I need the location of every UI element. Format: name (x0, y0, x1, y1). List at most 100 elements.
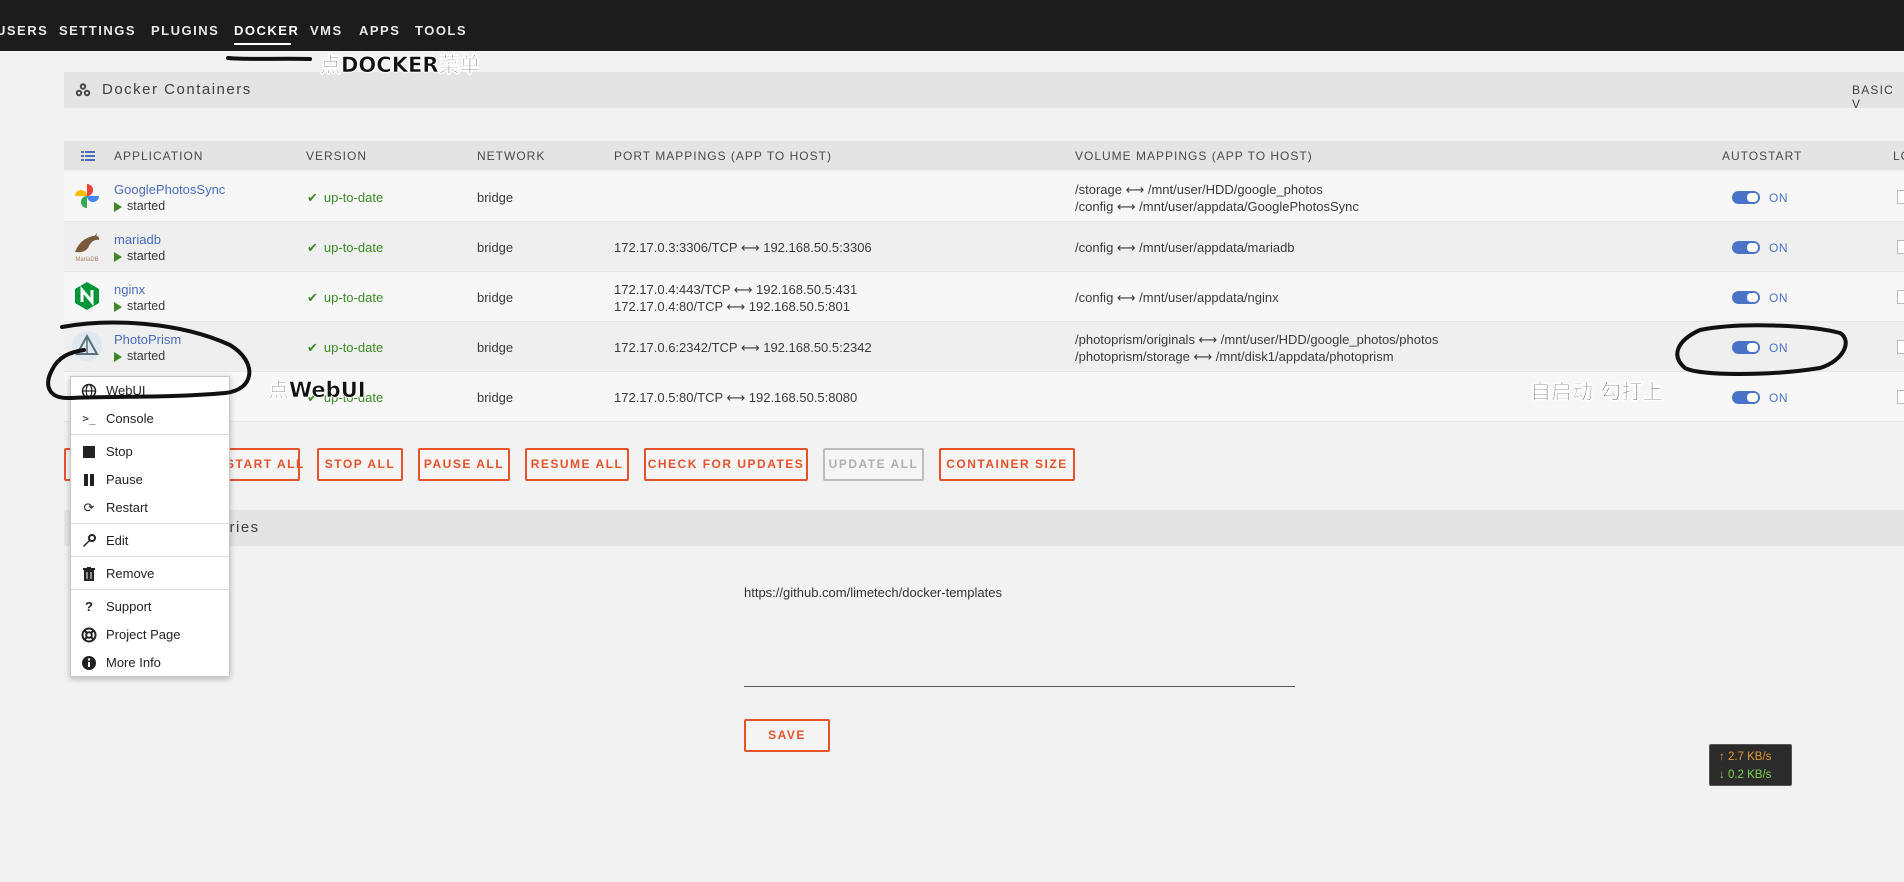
container-state: started (114, 349, 165, 363)
volume-mapping: /config ⟷ /mnt/user/appdata/nginx (1075, 290, 1279, 305)
menu-separator (71, 556, 229, 557)
menu-item-restart[interactable]: ⟳ Restart (71, 495, 229, 521)
annotation-strokes (46, 56, 1848, 401)
save-button[interactable]: SAVE (744, 719, 830, 752)
nav-tools[interactable]: TOOLS (415, 23, 467, 38)
network-value: bridge (477, 390, 514, 405)
check-icon: ✔ (307, 290, 318, 305)
photoprism-app-icon[interactable] (71, 330, 103, 362)
menu-item-stop[interactable]: Stop (71, 439, 229, 465)
container-state: started (114, 299, 165, 313)
menu-item-webui[interactable]: WebUI (71, 378, 229, 404)
nav-settings[interactable]: SETTINGS (59, 23, 136, 38)
app-name-link[interactable]: nginx (114, 282, 145, 297)
col-version: VERSION (306, 149, 368, 163)
menu-item-console[interactable]: >_ Console (71, 406, 229, 432)
nav-apps[interactable]: APPS (359, 23, 400, 38)
autostart-state: ON (1769, 191, 1788, 205)
template-repo-textarea[interactable]: https://github.com/limetech/docker-templ… (744, 585, 1002, 600)
app-name-link[interactable]: GooglePhotosSync (114, 182, 225, 197)
googlephotos-app-icon[interactable] (71, 180, 103, 212)
menu-item-pause[interactable]: Pause (71, 467, 229, 493)
autostart-toggle[interactable] (1732, 191, 1760, 204)
volume-mapping: /photoprism/originals ⟷ /mnt/user/HDD/go… (1075, 332, 1439, 347)
autostart-state: ON (1769, 241, 1788, 255)
network-speed-widget: ↑ 2.7 KB/s ↓ 0.2 KB/s (1709, 744, 1792, 786)
lifebuoy-icon (81, 627, 97, 643)
menu-item-edit[interactable]: Edit (71, 528, 229, 554)
log-checkbox[interactable] (1897, 340, 1904, 354)
containers-section-title: Docker Containers (102, 81, 252, 98)
refresh-icon: ⟳ (83, 500, 95, 515)
check-icon: ✔ (307, 340, 318, 355)
play-icon (114, 251, 122, 262)
nginx-app-icon[interactable] (71, 280, 103, 312)
col-port-mappings: PORT MAPPINGS (APP TO HOST) (614, 149, 832, 163)
top-nav: USERS SETTINGS PLUGINS DOCKER VMS APPS T… (0, 0, 1904, 51)
port-mapping: 172.17.0.6:2342/TCP ⟷ 192.168.50.5:2342 (614, 340, 872, 355)
volume-mapping: /config ⟷ /mnt/user/appdata/mariadb (1075, 240, 1295, 255)
autostart-state: ON (1769, 391, 1788, 405)
menu-item-remove[interactable]: Remove (71, 561, 229, 587)
network-value: bridge (477, 190, 514, 205)
volume-mapping: /photoprism/storage ⟷ /mnt/disk1/appdata… (1075, 349, 1394, 364)
download-speed: ↓ 0.2 KB/s (1719, 769, 1772, 781)
log-checkbox[interactable] (1897, 240, 1904, 254)
stop-all-button[interactable]: STOP ALL (317, 448, 403, 481)
docker-icon (74, 81, 92, 99)
repositories-section-header (64, 510, 1904, 546)
wrench-icon (81, 533, 97, 549)
textarea-underline (744, 686, 1295, 687)
container-state: started (114, 199, 165, 213)
port-mapping: 172.17.0.5:80/TCP ⟷ 192.168.50.5:8080 (614, 390, 858, 405)
autostart-toggle[interactable] (1732, 391, 1760, 404)
nav-vms[interactable]: VMS (310, 23, 343, 38)
pause-icon (81, 472, 97, 488)
play-icon (114, 351, 122, 362)
col-log: LO (1893, 149, 1904, 163)
nav-plugins[interactable]: PLUGINS (151, 23, 219, 38)
autostart-toggle[interactable] (1732, 291, 1760, 304)
app-name-link[interactable]: mariadb (114, 232, 161, 247)
annotation-autostart: 自启动 勾打上 (1530, 380, 1664, 405)
port-mapping: 172.17.0.4:443/TCP ⟷ 192.168.50.5:431 (614, 282, 858, 297)
col-autostart: AUTOSTART (1722, 149, 1803, 163)
log-checkbox[interactable] (1897, 290, 1904, 304)
autostart-state: ON (1769, 291, 1788, 305)
log-checkbox[interactable] (1897, 190, 1904, 204)
globe-icon (81, 383, 97, 399)
port-mapping: 172.17.0.3:3306/TCP ⟷ 192.168.50.5:3306 (614, 240, 872, 255)
nav-users[interactable]: USERS (0, 23, 48, 38)
version-status: ✔ up-to-date (307, 290, 384, 305)
nav-docker[interactable]: DOCKER (234, 23, 299, 38)
app-name-link[interactable]: PhotoPrism (114, 332, 181, 347)
mariadb-app-icon[interactable]: MariaDB (71, 230, 103, 263)
update-all-button: UPDATE ALL (823, 448, 924, 481)
log-checkbox[interactable] (1897, 390, 1904, 404)
annotation-click-webui: 点WebUI (268, 378, 366, 403)
stop-icon (81, 444, 97, 460)
pause-all-button[interactable]: PAUSE ALL (418, 448, 510, 481)
volume-mapping: /config ⟷ /mnt/user/appdata/GooglePhotos… (1075, 199, 1359, 214)
trash-icon (81, 566, 97, 582)
autostart-toggle[interactable] (1732, 341, 1760, 354)
info-icon (81, 655, 97, 671)
terminal-icon: >_ (82, 412, 96, 425)
resume-all-button[interactable]: RESUME ALL (525, 448, 629, 481)
annotation-click-docker: 点DOCKER菜单 (320, 53, 481, 78)
container-size-button[interactable]: CONTAINER SIZE (939, 448, 1075, 481)
network-value: bridge (477, 240, 514, 255)
check-for-updates-button[interactable]: CHECK FOR UPDATES (644, 448, 808, 481)
version-status: ✔ up-to-date (307, 190, 384, 205)
version-status: ✔ up-to-date (307, 240, 384, 255)
question-icon: ? (85, 599, 93, 614)
list-view-icon[interactable] (81, 149, 95, 161)
menu-item-support[interactable]: ? Support (71, 594, 229, 620)
menu-item-project-page[interactable]: Project Page (71, 622, 229, 648)
col-network: NETWORK (477, 149, 546, 163)
port-mapping: 172.17.0.4:80/TCP ⟷ 192.168.50.5:801 (614, 299, 850, 314)
svg-text:MariaDB: MariaDB (75, 257, 98, 262)
autostart-toggle[interactable] (1732, 241, 1760, 254)
basic-view-toggle[interactable]: BASIC V (1852, 83, 1904, 111)
menu-item-more-info[interactable]: More Info (71, 650, 229, 676)
